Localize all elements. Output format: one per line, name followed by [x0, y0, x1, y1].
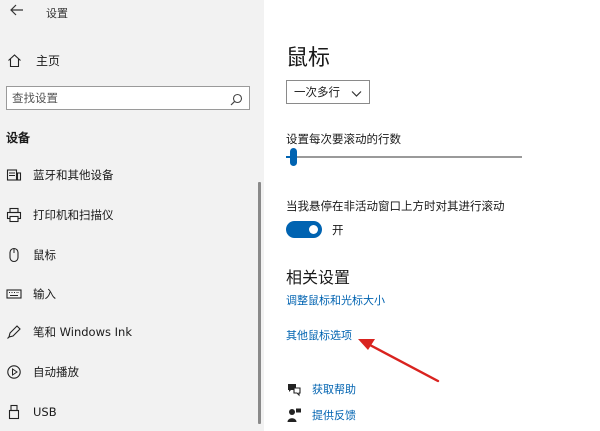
give-feedback-label: 提供反馈	[312, 409, 356, 422]
bluetooth-devices-icon	[6, 167, 22, 183]
usb-icon	[6, 404, 22, 420]
related-settings-title: 相关设置	[286, 268, 351, 287]
sidebar-scrollbar[interactable]	[258, 182, 261, 424]
lines-slider-track[interactable]	[286, 156, 522, 158]
search-icon[interactable]	[230, 91, 243, 110]
additional-mouse-options-link[interactable]: 其他鼠标选项	[286, 327, 352, 343]
main-panel: 鼠标 一次多行 设置每次要滚动的行数 当我悬停在非活动窗口上方时对其进行滚动 开…	[264, 0, 600, 431]
sidebar-item-label: USB	[33, 405, 57, 419]
sidebar-item-autoplay[interactable]: 自动播放	[6, 362, 79, 382]
get-help-label: 获取帮助	[312, 383, 356, 396]
keyboard-icon	[6, 286, 22, 302]
inactive-scroll-toggle[interactable]	[286, 221, 322, 238]
adjust-cursor-size-link[interactable]: 调整鼠标和光标大小	[286, 292, 385, 308]
sidebar-item-mouse[interactable]: 鼠标	[6, 245, 56, 265]
sidebar-item-bluetooth[interactable]: 蓝牙和其他设备	[6, 165, 114, 185]
help-chat-icon	[286, 381, 302, 397]
scroll-mode-dropdown[interactable]: 一次多行	[286, 80, 370, 104]
sidebar-item-usb[interactable]: USB	[6, 402, 57, 422]
give-feedback-link[interactable]: 提供反馈	[286, 406, 356, 424]
feedback-icon	[286, 407, 302, 423]
lines-slider-thumb[interactable]	[290, 148, 298, 166]
inactive-scroll-label: 当我悬停在非活动窗口上方时对其进行滚动	[286, 199, 505, 213]
toggle-knob	[309, 225, 318, 234]
sidebar-home-label: 主页	[36, 53, 61, 68]
get-help-link[interactable]: 获取帮助	[286, 380, 356, 398]
page-title: 鼠标	[286, 46, 331, 71]
mouse-icon	[6, 247, 22, 263]
sidebar: 设置 主页 设备 蓝牙和其他设备 打印机和扫描仪 鼠标 输入	[0, 0, 264, 431]
sidebar-item-printers[interactable]: 打印机和扫描仪	[6, 205, 114, 225]
printer-icon	[6, 207, 22, 223]
home-icon	[6, 52, 22, 68]
back-arrow-icon[interactable]	[10, 4, 24, 20]
search-box[interactable]	[6, 86, 250, 110]
sidebar-item-label: 笔和 Windows Ink	[33, 325, 132, 339]
chevron-down-icon	[351, 87, 362, 101]
app-title: 设置	[46, 7, 68, 20]
toggle-state-label: 开	[332, 223, 344, 237]
autoplay-icon	[6, 364, 22, 380]
lines-to-scroll-label: 设置每次要滚动的行数	[286, 132, 401, 146]
section-title: 设备	[6, 131, 31, 145]
sidebar-item-typing[interactable]: 输入	[6, 284, 56, 304]
sidebar-item-label: 输入	[33, 287, 56, 301]
sidebar-item-pen[interactable]: 笔和 Windows Ink	[6, 322, 132, 342]
sidebar-item-label: 鼠标	[33, 248, 56, 262]
search-input[interactable]	[12, 89, 222, 107]
pen-icon	[6, 324, 22, 340]
sidebar-item-label: 打印机和扫描仪	[33, 208, 114, 222]
scroll-mode-value: 一次多行	[294, 85, 340, 99]
sidebar-item-home[interactable]: 主页	[6, 51, 60, 69]
sidebar-item-label: 蓝牙和其他设备	[33, 168, 114, 182]
sidebar-item-label: 自动播放	[33, 365, 79, 379]
